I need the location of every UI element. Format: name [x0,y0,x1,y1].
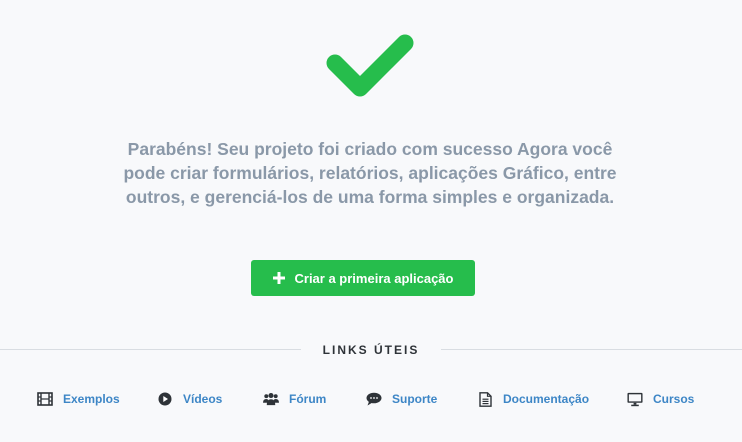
play-circle-icon [157,391,173,407]
link-label: Suporte [392,392,438,406]
success-check-container [0,28,742,102]
link-label: Exemplos [63,392,120,406]
users-icon [263,391,279,407]
useful-links-title: LINKS ÚTEIS [301,341,441,359]
link-cursos[interactable]: Cursos [627,388,694,410]
plus-icon [272,272,285,284]
link-label: Vídeos [183,392,223,406]
success-page: Parabéns! Seu projeto foi criado com suc… [0,0,742,442]
link-exemplos[interactable]: Exemplos [37,388,120,410]
check-icon [326,34,414,97]
useful-links-bar: Exemplos Vídeos Fórum Suporte Documentaç… [0,388,742,410]
link-forum[interactable]: Fórum [263,388,326,410]
success-message: Parabéns! Seu projeto foi criado com suc… [123,139,617,207]
create-first-application-button[interactable]: Criar a primeira aplicação [251,260,475,296]
link-label: Documentação [503,392,590,406]
link-label: Cursos [653,392,695,406]
link-label: Fórum [289,392,327,406]
chat-bubble-icon [366,391,382,407]
monitor-icon [627,391,643,407]
create-first-application-label: Criar a primeira aplicação [294,270,454,286]
link-suporte[interactable]: Suporte [366,388,437,410]
link-videos[interactable]: Vídeos [157,388,222,410]
link-documentacao[interactable]: Documentação [477,388,589,410]
film-icon [37,391,53,407]
document-icon [477,391,493,407]
